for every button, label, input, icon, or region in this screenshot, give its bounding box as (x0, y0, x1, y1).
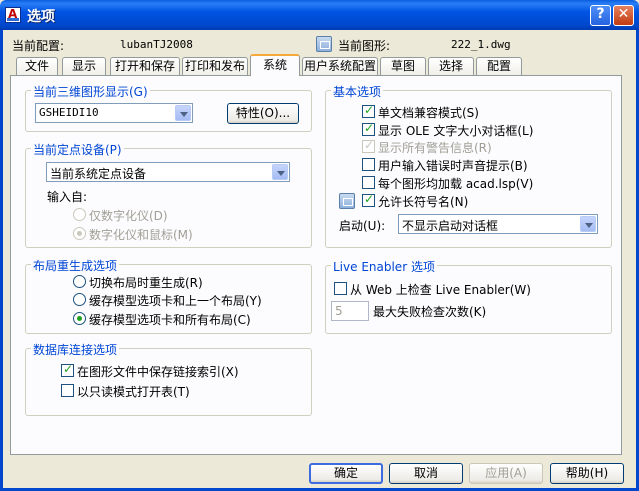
check-web-checkbox[interactable] (334, 282, 347, 295)
app-icon: A (5, 7, 21, 23)
question-icon: ? (596, 6, 605, 22)
profile-label: 当前配置: (12, 39, 65, 53)
load-acad-lsp-checkbox[interactable] (362, 176, 375, 189)
live-enabler-group (325, 265, 612, 334)
tab-plot-publish[interactable]: 打印和发布 (182, 57, 248, 75)
chevron-down-icon[interactable] (272, 164, 288, 180)
single-drawing-label: 单文档兼容模式(S) (378, 106, 479, 120)
long-names-icon (339, 193, 355, 209)
regen-on-switch-radio[interactable] (73, 275, 86, 288)
tab-open-save[interactable]: 打开和保存 (110, 57, 180, 75)
drawing-value: 222_1.dwg (451, 38, 511, 51)
drawing-icon (316, 36, 332, 52)
layout-regen-title: 布局重生成选项 (31, 257, 120, 274)
startup-combo[interactable]: 不显示启动对话框 (398, 214, 598, 234)
close-icon: ✕ (617, 6, 630, 22)
apply-button[interactable]: 应用(A) (469, 463, 543, 484)
cache-model-all-label: 缓存模型选项卡和所有布局(C) (89, 313, 251, 327)
graphics-combo-value: GSHEIDI10 (39, 106, 99, 119)
startup-combo-value: 不显示启动对话框 (402, 219, 499, 233)
dbconn-title: 数据库连接选项 (31, 341, 120, 358)
show-all-warnings-label: 显示所有警告信息(R) (378, 141, 492, 155)
digitizer-only-radio[interactable] (73, 208, 86, 221)
tab-drafting[interactable]: 草图 (380, 57, 426, 75)
ole-text-size-checkbox[interactable] (362, 121, 375, 136)
window-title: 选项 (27, 9, 55, 25)
save-link-index-checkbox[interactable] (61, 362, 74, 377)
cancel-button[interactable]: 取消 (389, 463, 463, 484)
live-enabler-title: Live Enabler 选项 (331, 258, 437, 275)
tab-selection[interactable]: 选择 (428, 57, 474, 75)
cache-model-last-radio[interactable] (73, 293, 86, 306)
graphics-config-combo[interactable]: GSHEIDI10 (35, 103, 193, 123)
frame-left (0, 30, 3, 491)
save-link-index-label: 在图形文件中保存链接索引(X) (77, 365, 239, 379)
graphics-group-title: 当前三维图形显示(G) (31, 83, 150, 100)
beep-on-error-label: 用户输入错误时声音提示(B) (378, 159, 528, 173)
title-close-button[interactable]: ✕ (613, 5, 634, 26)
readonly-tables-checkbox[interactable] (61, 384, 74, 397)
title-help-button[interactable]: ? (590, 5, 611, 26)
drawing-label: 当前图形: (338, 39, 391, 53)
single-drawing-checkbox[interactable] (362, 103, 375, 118)
load-acad-lsp-label: 每个图形均加载 acad.lsp(V) (378, 177, 534, 191)
accept-input-label: 输入自: (47, 190, 88, 204)
general-group-title: 基本选项 (331, 83, 384, 100)
tab-profiles[interactable]: 配置 (476, 57, 522, 75)
ole-text-size-label: 显示 OLE 文字大小对话框(L) (378, 124, 534, 138)
long-symbol-names-checkbox[interactable] (362, 192, 375, 207)
pointing-group-title: 当前定点设备(P) (31, 141, 124, 158)
digitizer-and-mouse-label: 数字化仪和鼠标(M) (89, 228, 193, 242)
cache-model-all-radio[interactable] (73, 312, 86, 325)
max-failed-checks-input[interactable]: 5 (331, 301, 369, 321)
long-symbol-names-label: 允许长符号名(N) (378, 195, 469, 209)
pointing-device-combo[interactable]: 当前系统定点设备 (46, 162, 290, 182)
dbconn-group (25, 348, 312, 416)
cache-model-last-label: 缓存模型选项卡和上一个布局(Y) (89, 294, 262, 308)
profile-value: lubanTJ2008 (120, 38, 193, 51)
ok-button[interactable]: 确定 (309, 463, 383, 484)
title-bar[interactable] (0, 0, 639, 30)
regen-on-switch-label: 切换布局时重生成(R) (89, 276, 203, 290)
properties-button[interactable]: 特性(O)... (227, 103, 299, 124)
digitizer-and-mouse-radio[interactable] (73, 227, 86, 240)
show-all-warnings-checkbox[interactable] (362, 138, 375, 153)
startup-label: 启动(U): (339, 219, 386, 233)
tab-files[interactable]: 文件 (16, 57, 58, 75)
tab-system[interactable]: 系统 (250, 54, 300, 76)
pointing-combo-value: 当前系统定点设备 (50, 167, 147, 181)
chevron-down-icon[interactable] (175, 105, 191, 121)
digitizer-only-label: 仅数字化仪(D) (89, 209, 168, 223)
beep-on-error-checkbox[interactable] (362, 158, 375, 171)
chevron-down-icon[interactable] (580, 216, 596, 232)
max-failed-checks-label: 最大失败检查次数(K) (373, 305, 487, 319)
tab-user-preferences[interactable]: 用户系统配置 (302, 57, 378, 75)
help-button[interactable]: 帮助(H) (550, 463, 624, 484)
tab-display[interactable]: 显示 (62, 57, 106, 75)
check-web-label: 从 Web 上检查 Live Enabler(W) (350, 283, 531, 297)
readonly-tables-label: 以只读模式打开表(T) (77, 385, 190, 399)
